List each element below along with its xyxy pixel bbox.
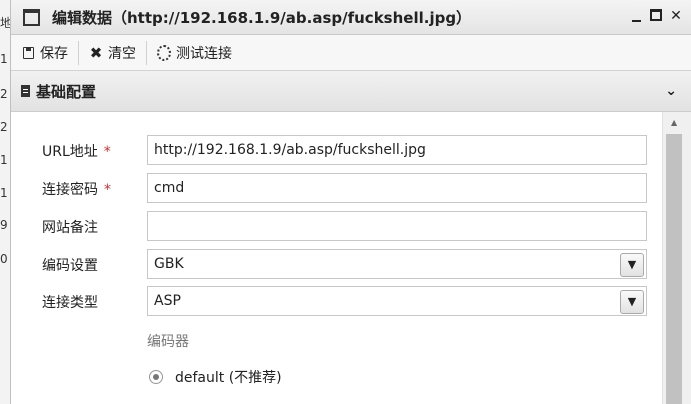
save-button-label: 保存 (40, 45, 68, 62)
section-title: 基础配置 (36, 82, 97, 101)
test-connection-button[interactable]: 测试连接 (147, 39, 242, 67)
encoding-label: 编码设置 (42, 258, 98, 274)
encoding-value: GBK (154, 256, 184, 272)
close-icon[interactable]: ✕ (669, 8, 683, 24)
title-bar[interactable]: 编辑数据（http://192.168.1.9/ab.asp/fuckshell… (11, 0, 691, 35)
password-input[interactable] (147, 173, 647, 203)
window-icon (23, 8, 40, 26)
encoder-label: 编码器 (147, 334, 189, 350)
note-row: 网站备注 (11, 211, 663, 241)
connection-type-select[interactable]: ASP ▼ (147, 286, 647, 316)
required-mark: * (103, 144, 111, 160)
connection-type-row: 连接类型 ASP ▼ (11, 286, 663, 316)
note-label: 网站备注 (42, 220, 98, 236)
chevron-down-icon[interactable]: ▼ (620, 290, 644, 314)
vertical-scrollbar[interactable]: ▲ (662, 112, 691, 404)
background-char: 9 (0, 218, 8, 232)
background-char: 1 (0, 52, 8, 66)
minimize-icon[interactable] (629, 8, 643, 24)
edit-data-dialog: 编辑数据（http://192.168.1.9/ab.asp/fuckshell… (10, 0, 691, 404)
window-title: 编辑数据（http://192.168.1.9/ab.asp/fuckshell… (52, 8, 472, 27)
radio-icon[interactable] (149, 370, 163, 384)
document-icon (21, 85, 30, 97)
url-row: URL地址 * (11, 135, 663, 165)
background-char: 2 (0, 120, 8, 134)
encoder-default-label: default (不推荐) (175, 370, 282, 386)
clear-button[interactable]: ✖ 清空 (79, 39, 146, 67)
scroll-thumb[interactable] (666, 134, 682, 404)
url-label: URL地址 * (42, 144, 111, 160)
chevron-down-icon[interactable]: ⌄ (665, 83, 677, 99)
encoder-default-radio[interactable]: default (不推荐) (149, 367, 282, 387)
password-row: 连接密码 * (11, 173, 663, 203)
save-button[interactable]: 保存 (11, 39, 78, 67)
chevron-down-icon[interactable]: ▼ (620, 253, 644, 277)
url-input[interactable] (147, 135, 647, 165)
connection-type-label: 连接类型 (42, 295, 98, 311)
clear-button-label: 清空 (108, 45, 136, 62)
form-area: URL地址* 连接密码* 网站备注 编码设置 GBK ▼ 连接类型 ASP ▼ … (11, 112, 663, 404)
note-input[interactable] (147, 211, 647, 241)
spinner-icon (157, 44, 171, 61)
clear-icon: ✖ (89, 43, 103, 62)
encoding-row: 编码设置 GBK ▼ (11, 249, 663, 279)
password-label: 连接密码 * (42, 182, 111, 198)
save-icon (21, 46, 35, 60)
scroll-up-icon[interactable]: ▲ (671, 118, 677, 127)
window-controls: ✕ (629, 8, 683, 24)
background-char: 地 (0, 16, 10, 30)
background-char: 2 (0, 87, 8, 101)
background-char: 0 (0, 252, 8, 266)
encoding-select[interactable]: GBK ▼ (147, 249, 647, 279)
section-header-basic-config[interactable]: 基础配置 ⌄ (11, 71, 691, 112)
test-connection-label: 测试连接 (176, 45, 232, 62)
maximize-icon[interactable] (649, 8, 663, 24)
background-char: 1 (0, 153, 8, 167)
toolbar: 保存 ✖ 清空 测试连接 (11, 35, 691, 71)
required-mark: * (104, 182, 111, 198)
connection-type-value: ASP (154, 293, 181, 309)
background-char: 1 (0, 186, 8, 200)
